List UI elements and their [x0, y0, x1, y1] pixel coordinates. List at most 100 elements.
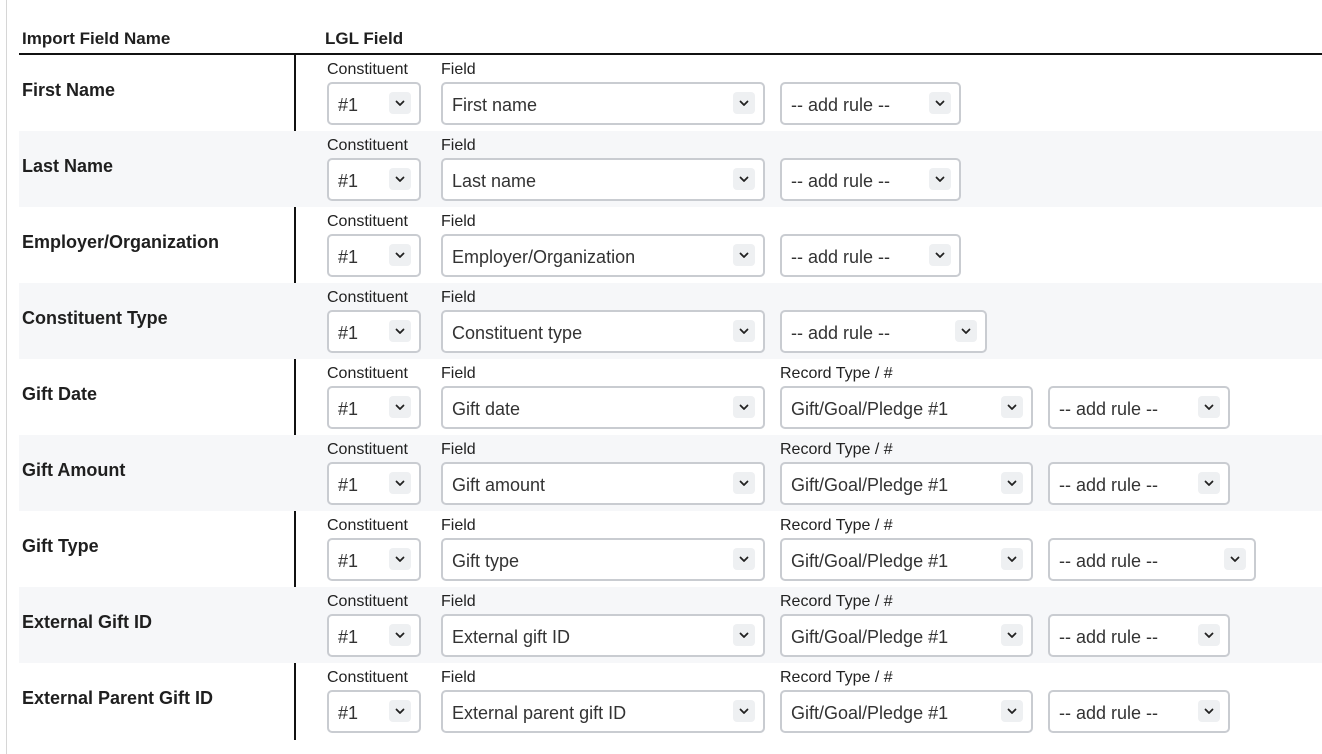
constituent-select[interactable]: #1 [327, 310, 421, 353]
chevron-down-icon [1198, 472, 1220, 494]
add-rule-select-value: -- add rule -- [1059, 627, 1159, 647]
chevron-down-icon [1001, 548, 1023, 570]
chevron-down-icon [1224, 548, 1246, 570]
chevron-down-icon [1001, 396, 1023, 418]
record-type-select[interactable]: Gift/Goal/Pledge #1 [780, 386, 1033, 429]
constituent-select[interactable]: #1 [327, 386, 421, 429]
table-row: External Parent Gift ID Constituent Field #… [19, 663, 1322, 739]
constituent-label: Constituent [327, 593, 408, 610]
record-type-select[interactable]: Gift/Goal/Pledge #1 [780, 538, 1033, 581]
field-select[interactable]: Gift type [441, 538, 765, 581]
record-type-select[interactable]: Gift/Goal/Pledge #1 [780, 614, 1033, 657]
table-row: Last Name Constituent Field #1 Last name -- a… [19, 131, 1322, 207]
field-select[interactable]: First name [441, 82, 765, 125]
add-rule-select[interactable]: -- add rule -- [780, 310, 987, 353]
constituent-label: Constituent [327, 61, 408, 78]
constituent-label: Constituent [327, 365, 408, 382]
add-rule-select-value: -- add rule -- [791, 171, 891, 191]
constituent-select[interactable]: #1 [327, 462, 421, 505]
field-select[interactable]: Last name [441, 158, 765, 201]
record-type-select[interactable]: Gift/Goal/Pledge #1 [780, 462, 1033, 505]
chevron-down-icon [733, 244, 755, 266]
add-rule-select-value: -- add rule -- [1059, 703, 1159, 723]
record-type-select-value: Gift/Goal/Pledge #1 [791, 627, 949, 647]
field-label: Field [441, 213, 476, 230]
chevron-down-icon [733, 472, 755, 494]
field-select-value: External gift ID [452, 627, 571, 647]
add-rule-select-value: -- add rule -- [791, 95, 891, 115]
field-label: Field [441, 137, 476, 154]
constituent-label: Constituent [327, 137, 408, 154]
table-row: External Gift ID Constituent Field #1 Extern… [19, 587, 1322, 663]
chevron-down-icon [389, 396, 411, 418]
constituent-select[interactable]: #1 [327, 234, 421, 277]
field-select-value: Gift type [452, 551, 520, 571]
field-label: Field [441, 669, 476, 686]
constituent-select[interactable]: #1 [327, 158, 421, 201]
import-field-name: Gift Amount [22, 460, 126, 480]
constituent-select-value: #1 [338, 399, 359, 419]
add-rule-select[interactable]: -- add rule -- [780, 158, 961, 201]
import-field-name: First Name [22, 80, 116, 100]
add-rule-select[interactable]: -- add rule -- [1048, 538, 1256, 581]
add-rule-select[interactable]: -- add rule -- [1048, 462, 1230, 505]
chevron-down-icon [1001, 624, 1023, 646]
add-rule-select[interactable]: -- add rule -- [1048, 690, 1230, 733]
mapping-rows: First Name Constituent Field #1 First name --… [19, 55, 1322, 740]
chevron-down-icon [733, 92, 755, 114]
constituent-select[interactable]: #1 [327, 82, 421, 125]
field-label: Field [441, 441, 476, 458]
add-rule-select[interactable]: -- add rule -- [780, 234, 961, 277]
constituent-select-value: #1 [338, 171, 359, 191]
chevron-down-icon [929, 244, 951, 266]
constituent-select-value: #1 [338, 95, 359, 115]
constituent-select[interactable]: #1 [327, 538, 421, 581]
constituent-select-value: #1 [338, 247, 359, 267]
add-rule-select[interactable]: -- add rule -- [1048, 614, 1230, 657]
record-type-select-value: Gift/Goal/Pledge #1 [791, 703, 949, 723]
constituent-select[interactable]: #1 [327, 614, 421, 657]
chevron-down-icon [955, 320, 977, 342]
field-label: Field [441, 61, 476, 78]
chevron-down-icon [733, 320, 755, 342]
table-row: Employer/Organization Constituent Field #1 E… [19, 207, 1322, 283]
chevron-down-icon [389, 244, 411, 266]
add-rule-select[interactable]: -- add rule -- [780, 82, 961, 125]
constituent-select[interactable]: #1 [327, 690, 421, 733]
record-type-label: Record Type / # [780, 441, 893, 458]
field-label: Field [441, 517, 476, 534]
import-field-name: Employer/Organization [22, 232, 220, 252]
constituent-select-value: #1 [338, 323, 359, 343]
add-rule-select[interactable]: -- add rule -- [1048, 386, 1230, 429]
record-type-label: Record Type / # [780, 669, 893, 686]
chevron-down-icon [389, 548, 411, 570]
chevron-down-icon [929, 168, 951, 190]
add-rule-select-value: -- add rule -- [1059, 551, 1159, 571]
table-row: First Name Constituent Field #1 First name --… [19, 55, 1322, 131]
import-field-name-header: Import Field Name [22, 29, 171, 48]
field-select-value: Constituent type [452, 323, 583, 343]
chevron-down-icon [733, 700, 755, 722]
field-select[interactable]: Gift date [441, 386, 765, 429]
record-type-label: Record Type / # [780, 365, 893, 382]
constituent-label: Constituent [327, 289, 408, 306]
constituent-label: Constituent [327, 441, 408, 458]
field-select-value: External parent gift ID [452, 703, 627, 723]
import-field-name: Constituent Type [22, 308, 168, 328]
record-type-select[interactable]: Gift/Goal/Pledge #1 [780, 690, 1033, 733]
chevron-down-icon [1198, 396, 1220, 418]
import-field-name: External Gift ID [22, 612, 153, 632]
field-select[interactable]: Employer/Organization [441, 234, 765, 277]
field-select[interactable]: Gift amount [441, 462, 765, 505]
import-field-name: Last Name [22, 156, 114, 176]
table-row: Gift Amount Constituent Field #1 Gift amount… [19, 435, 1322, 511]
import-field-name: Gift Date [22, 384, 98, 404]
field-select-value: Last name [452, 171, 537, 191]
field-select[interactable]: External gift ID [441, 614, 765, 657]
constituent-label: Constituent [327, 517, 408, 534]
chevron-down-icon [389, 320, 411, 342]
field-select[interactable]: Constituent type [441, 310, 765, 353]
field-select[interactable]: External parent gift ID [441, 690, 765, 733]
chevron-down-icon [733, 624, 755, 646]
chevron-down-icon [733, 396, 755, 418]
